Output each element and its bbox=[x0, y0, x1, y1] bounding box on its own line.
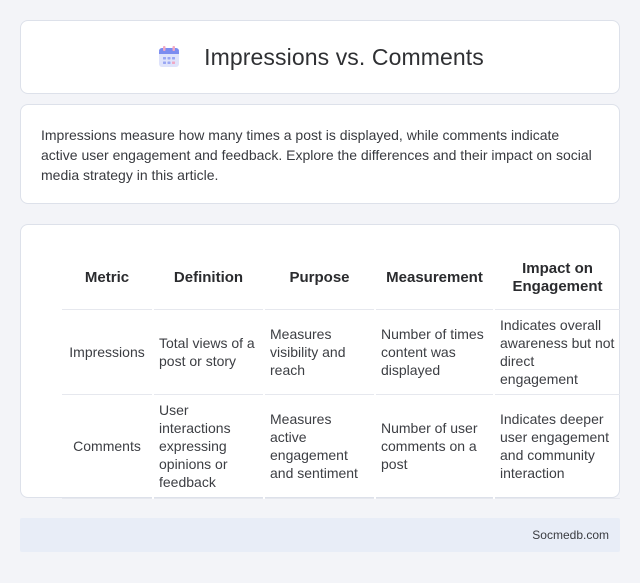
cell-measurement: Number of user comments on a post bbox=[374, 393, 494, 499]
comparison-table: Metric Definition Purpose Measurement Im… bbox=[62, 247, 620, 499]
cell-impact: Indicates deeper user engagement and com… bbox=[493, 393, 620, 499]
cell-metric: Impressions bbox=[62, 308, 153, 394]
cell-impact: Indicates overall awareness but not dire… bbox=[493, 308, 620, 394]
comparison-card: Metric Definition Purpose Measurement Im… bbox=[20, 224, 620, 499]
cell-definition: User interactions expressing opinions or… bbox=[152, 393, 264, 499]
table-row: Impressions Total views of a post or sto… bbox=[62, 308, 620, 394]
header-definition: Definition bbox=[152, 247, 264, 309]
page-title: Impressions vs. Comments bbox=[204, 43, 484, 70]
header-purpose: Purpose bbox=[263, 247, 375, 309]
footer-site-link[interactable]: Socmedb.com bbox=[532, 528, 609, 542]
calendar-icon bbox=[159, 46, 180, 67]
intro-card: Impressions measure how many times a pos… bbox=[20, 104, 620, 204]
cell-definition: Total views of a post or story bbox=[152, 308, 264, 394]
title-card: Impressions vs. Comments bbox=[20, 20, 620, 94]
cell-metric: Comments bbox=[62, 393, 153, 499]
intro-paragraph: Impressions measure how many times a pos… bbox=[41, 127, 592, 183]
cell-measurement: Number of times content was displayed bbox=[374, 308, 494, 394]
title-wrap: Impressions vs. Comments bbox=[156, 44, 484, 71]
table-header-row: Metric Definition Purpose Measurement Im… bbox=[62, 247, 620, 309]
cell-purpose: Measures active engagement and sentiment bbox=[263, 393, 375, 499]
cell-purpose: Measures visibility and reach bbox=[263, 308, 375, 394]
footer-bar: Socmedb.com bbox=[20, 518, 620, 552]
header-impact: Impact on Engagement bbox=[493, 247, 620, 309]
header-measurement: Measurement bbox=[374, 247, 494, 309]
table-row: Comments User interactions expressing op… bbox=[62, 393, 620, 499]
header-metric: Metric bbox=[84, 268, 130, 286]
